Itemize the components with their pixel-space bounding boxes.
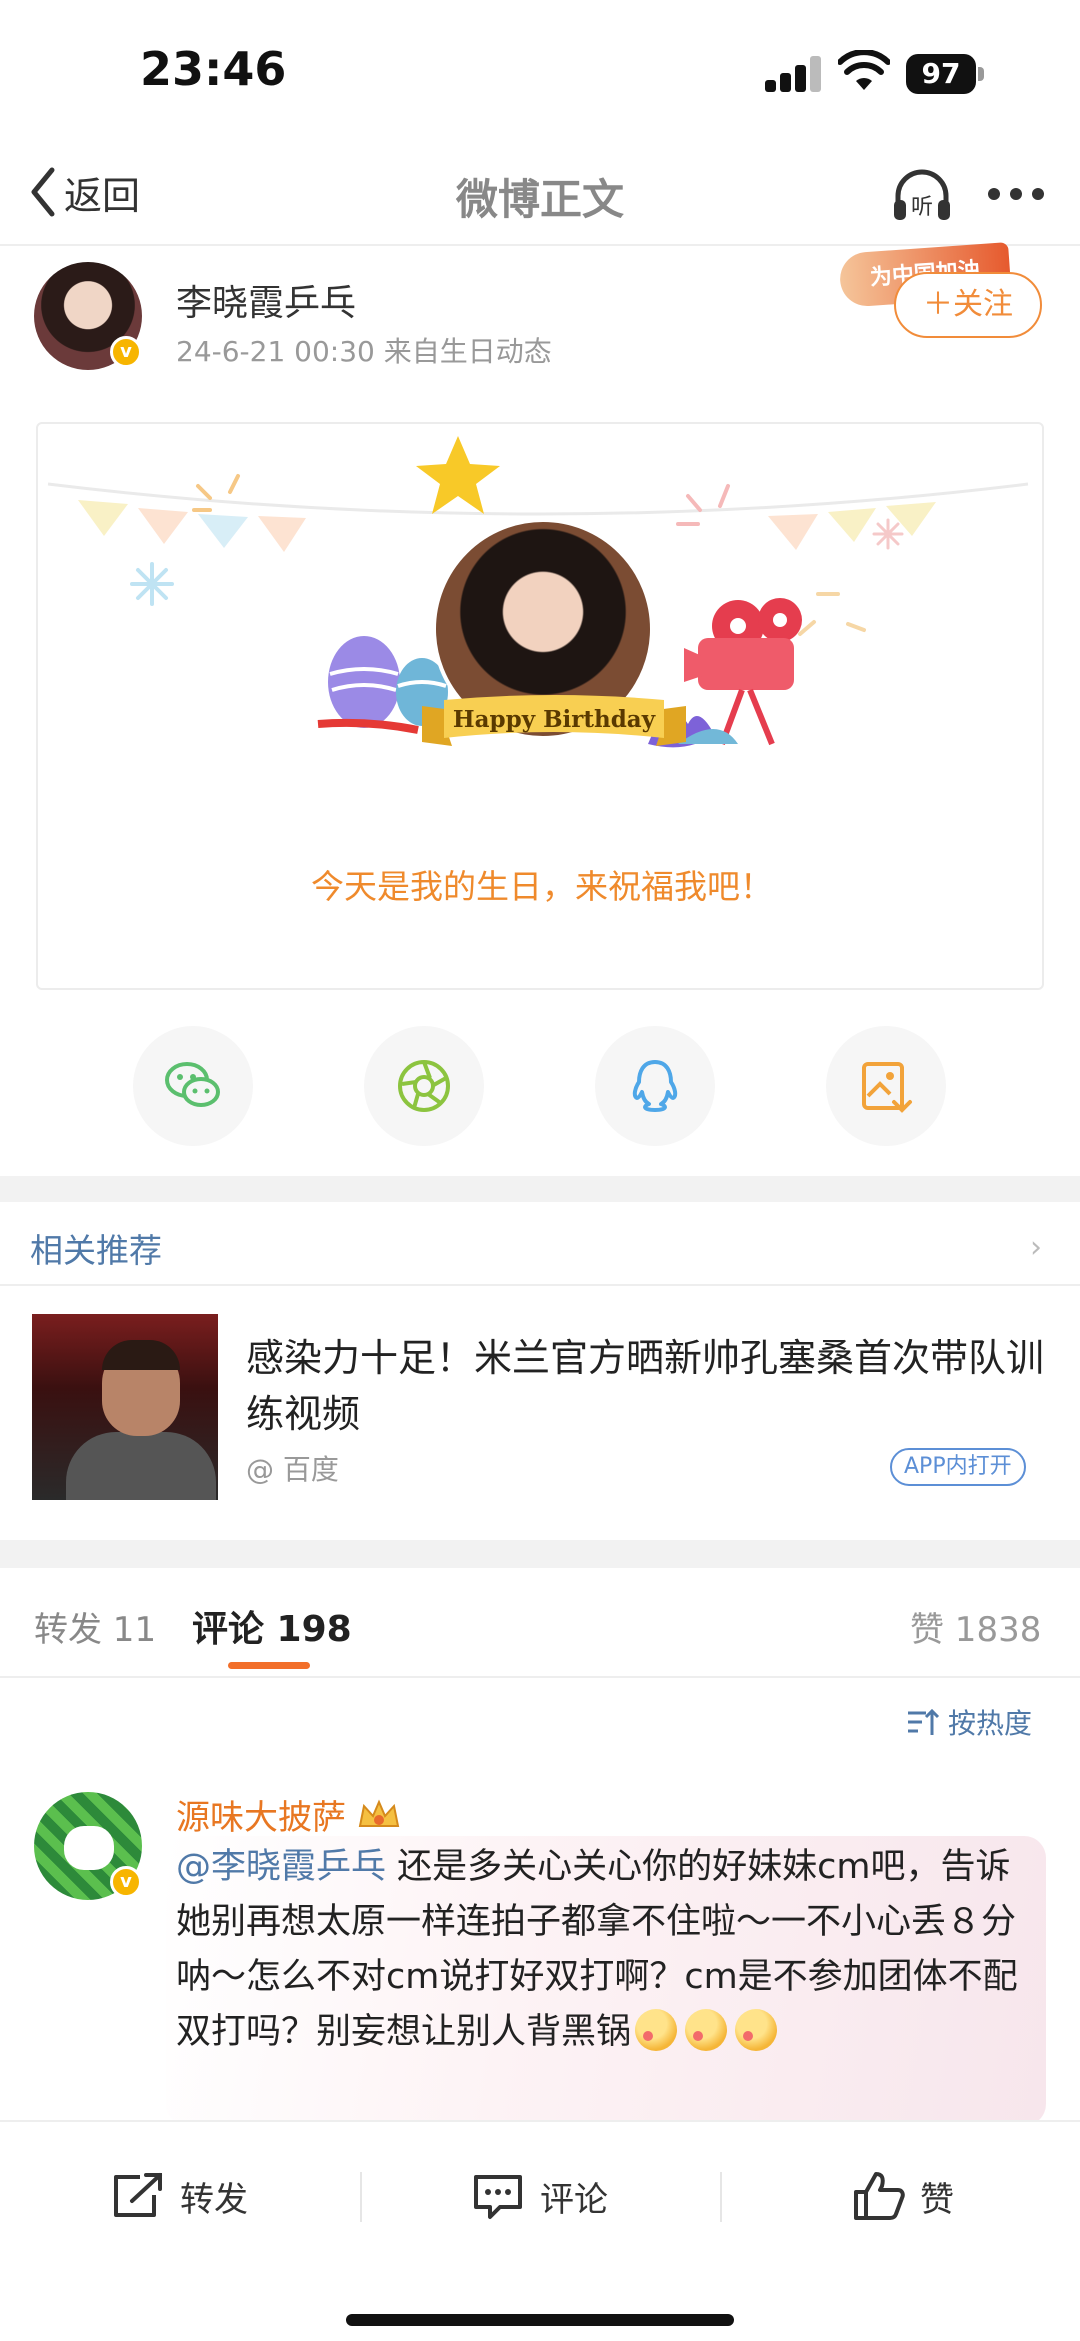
comment-mention[interactable]: @李晓霞乒乓 <box>176 1847 386 1887</box>
news-thumbnail <box>32 1314 218 1500</box>
comment-item[interactable]: v 源味大披萨 @李晓霞乒乓 还是多关心关心你的好妹妹cm吧，告诉她别再想太原一… <box>0 1780 1080 2126</box>
comment-icon <box>474 2175 522 2219</box>
tab-comments[interactable]: 评论 198 <box>192 1600 352 1652</box>
nav-bar: 返回 微博正文 听 <box>0 140 1080 246</box>
like-button[interactable]: 赞 <box>850 2166 954 2226</box>
section-divider <box>0 1540 1080 1568</box>
commenter-name[interactable]: 源味大披萨 <box>176 1790 346 1839</box>
active-tab-indicator <box>228 1662 310 1669</box>
status-time: 23:46 <box>140 42 287 96</box>
author-name[interactable]: 李晓霞乒乓 <box>176 274 356 326</box>
wechat-icon <box>165 1062 220 1107</box>
section-divider <box>0 1176 1080 1202</box>
news-title: 感染力十足！米兰官方晒新帅孔塞桑首次带队训练视频 <box>246 1336 1045 1436</box>
commenter-name-row: 源味大披萨 <box>176 1790 402 1839</box>
ribbon-text: Happy Birthday <box>452 706 656 733</box>
status-bar: 23:46 97 <box>0 0 1080 140</box>
interaction-tabs: 转发 11 评论 198 赞 1838 <box>0 1568 1080 1678</box>
repost-label: 转发 <box>180 2179 248 2220</box>
blush-emoji-icon <box>735 2009 778 2051</box>
bar-separator <box>360 2172 362 2222</box>
sort-label: 按热度 <box>948 1707 1033 1740</box>
related-header[interactable]: 相关推荐 › <box>0 1202 1080 1286</box>
comment-button[interactable]: 评论 <box>470 2166 608 2226</box>
listen-label: 听 <box>911 195 933 220</box>
moments-icon <box>398 1060 450 1112</box>
sort-icon <box>908 1708 940 1735</box>
qq-icon <box>632 1060 678 1112</box>
share-row <box>0 1020 1080 1150</box>
bar-separator <box>720 2172 722 2222</box>
news-source: @ 百度 <box>246 1453 339 1486</box>
repost-button[interactable]: 转发 <box>110 2166 248 2226</box>
bottom-action-bar: 转发 评论 赞 <box>0 2120 1080 2341</box>
birthday-caption: 今天是我的生日，来祝福我吧！ <box>311 867 773 906</box>
chevron-right-icon: › <box>1030 1230 1042 1265</box>
related-news-item[interactable]: 感染力十足！米兰官方晒新帅孔塞桑首次带队训练视频 @ 百度 APP内打开 <box>0 1288 1080 1538</box>
post-author-row: v 李晓霞乒乓 24-6-21 00:30 来自生日动态 为中国加油 ＋关注 <box>0 242 1080 388</box>
battery-level: 97 <box>906 54 976 94</box>
repost-icon <box>114 2173 162 2217</box>
cellular-signal-icon <box>765 56 823 92</box>
save-image-icon <box>862 1062 912 1113</box>
share-wechat-button[interactable] <box>133 1026 253 1146</box>
battery-icon: 97 <box>906 54 986 94</box>
related-title: 相关推荐 <box>30 1231 162 1270</box>
open-in-app-button[interactable]: APP内打开 <box>890 1448 1026 1486</box>
blush-emoji-icon <box>635 2009 678 2051</box>
fan-crown-icon <box>358 1798 400 1827</box>
comment-text: @李晓霞乒乓 还是多关心关心你的好妹妹cm吧，告诉她别再想太原一样连拍子都拿不住… <box>176 1840 1036 2060</box>
verified-badge-icon: v <box>110 336 142 368</box>
wifi-icon <box>838 50 890 90</box>
thumbs-up-icon <box>854 2172 905 2220</box>
sort-by-heat-button[interactable]: 按热度 <box>906 1700 1032 1744</box>
comment-label: 评论 <box>540 2179 608 2220</box>
follow-button[interactable]: ＋关注 <box>894 272 1042 338</box>
home-indicator <box>346 2314 734 2326</box>
more-options-icon[interactable] <box>986 182 1046 206</box>
birthday-card[interactable]: Happy Birthday 今天是我的生日，来祝福我吧！ <box>36 422 1044 990</box>
like-label: 赞 <box>920 2179 954 2220</box>
save-image-button[interactable] <box>826 1026 946 1146</box>
blush-emoji-icon <box>685 2009 728 2051</box>
tab-likes[interactable]: 赞 1838 <box>910 1602 1041 1651</box>
share-qq-button[interactable] <box>595 1026 715 1146</box>
share-moments-button[interactable] <box>364 1026 484 1146</box>
post-meta: 24-6-21 00:30 来自生日动态 <box>176 335 552 368</box>
verified-badge-icon: v <box>110 1866 142 1898</box>
tab-reposts[interactable]: 转发 11 <box>34 1602 156 1651</box>
listen-headphones-icon[interactable]: 听 <box>890 164 954 228</box>
